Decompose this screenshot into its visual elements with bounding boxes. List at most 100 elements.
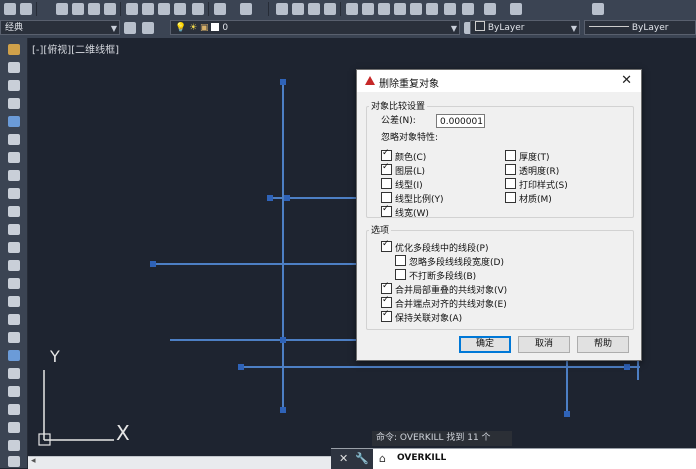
- circle-icon[interactable]: [8, 152, 20, 163]
- zoom-previous-icon[interactable]: [324, 3, 336, 15]
- checkbox-plot-style[interactable]: 打印样式(S): [505, 178, 568, 192]
- checkbox-linetype[interactable]: 线型(I): [381, 178, 423, 192]
- properties-icon[interactable]: [346, 3, 358, 15]
- join-icon[interactable]: [8, 278, 20, 289]
- linetype-dropdown[interactable]: ByLayer: [584, 20, 696, 35]
- region-icon[interactable]: [8, 368, 20, 379]
- checkbox-material[interactable]: 材质(M): [505, 192, 552, 206]
- move-icon[interactable]: [8, 134, 20, 145]
- checkbox-combine-overlapping[interactable]: 合并局部重叠的共线对象(V): [381, 281, 507, 297]
- point-icon[interactable]: [8, 456, 20, 467]
- command-input-text[interactable]: OVERKILL: [397, 453, 446, 463]
- vertical-line[interactable]: [282, 82, 284, 410]
- grip-point[interactable]: [238, 364, 244, 370]
- help-icon[interactable]: [444, 3, 456, 15]
- color-dropdown[interactable]: ByLayer ▼: [470, 20, 580, 35]
- ok-button[interactable]: 确定: [459, 336, 511, 353]
- checkbox-transparency[interactable]: 透明度(R): [505, 164, 559, 178]
- open-file-icon[interactable]: [20, 3, 32, 15]
- zoom-realtime-icon[interactable]: [292, 3, 304, 15]
- table-icon[interactable]: [8, 386, 20, 397]
- checkbox-do-not-break-polylines[interactable]: 不打断多段线(B): [395, 269, 476, 283]
- table-style-icon[interactable]: [592, 3, 604, 15]
- save-icon[interactable]: [56, 3, 68, 15]
- horizontal-line[interactable]: [153, 263, 358, 265]
- grip-point[interactable]: [280, 407, 286, 413]
- explode-icon[interactable]: [8, 332, 20, 343]
- text-style-icon[interactable]: [484, 3, 496, 15]
- checkbox-layer[interactable]: 图层(L): [381, 162, 425, 178]
- insert-block-icon[interactable]: [8, 422, 20, 433]
- wrench-icon[interactable]: 🔧: [355, 452, 369, 465]
- grip-point[interactable]: [564, 411, 570, 417]
- close-icon[interactable]: ✕: [621, 73, 632, 88]
- horizontal-line[interactable]: [240, 366, 640, 368]
- layer-dropdown[interactable]: 💡 ☀ ▣ 0 ▼: [170, 20, 460, 35]
- checkbox-thickness[interactable]: 厚度(T): [505, 150, 550, 164]
- grip-point[interactable]: [280, 79, 286, 85]
- rectangle-icon[interactable]: [8, 116, 20, 127]
- dimension-icon[interactable]: [462, 3, 474, 15]
- linetype-value: ByLayer: [631, 23, 669, 33]
- hatch-icon[interactable]: [8, 350, 20, 361]
- grip-point[interactable]: [624, 364, 630, 370]
- checkbox-combine-end-to-end[interactable]: 合并端点对齐的共线对象(E): [381, 295, 507, 311]
- polygon-icon[interactable]: [8, 98, 20, 109]
- checkbox-lineweight[interactable]: 线宽(W): [381, 204, 429, 220]
- cut-icon[interactable]: [126, 3, 138, 15]
- copy-icon[interactable]: [142, 3, 154, 15]
- layer-states-icon[interactable]: [142, 22, 154, 34]
- design-center-icon[interactable]: [362, 3, 374, 15]
- new-file-icon[interactable]: [4, 3, 16, 15]
- polyline-icon[interactable]: [8, 80, 20, 91]
- dialog-titlebar[interactable]: 删除重复对象 ✕: [357, 70, 641, 92]
- grip-point[interactable]: [284, 195, 290, 201]
- help-button[interactable]: 帮助: [577, 336, 629, 353]
- line-tool-icon[interactable]: [8, 44, 20, 55]
- horizontal-scrollbar[interactable]: ◂: [28, 456, 331, 469]
- viewport-controls-label[interactable]: [-][俯视][二维线框]: [32, 41, 119, 56]
- match-properties-icon[interactable]: [174, 3, 186, 15]
- markup-icon[interactable]: [410, 3, 422, 15]
- grip-point[interactable]: [280, 337, 286, 343]
- multiline-text-icon[interactable]: [8, 404, 20, 415]
- dim-style-icon[interactable]: [510, 3, 522, 15]
- sheet-set-icon[interactable]: [394, 3, 406, 15]
- quickcalc-icon[interactable]: [426, 3, 438, 15]
- redo-icon[interactable]: [240, 3, 252, 15]
- tool-palettes-icon[interactable]: [378, 3, 390, 15]
- spline-icon[interactable]: [8, 188, 20, 199]
- tolerance-input[interactable]: 0.000001: [436, 114, 485, 128]
- grip-point[interactable]: [267, 195, 273, 201]
- break-icon[interactable]: [8, 260, 20, 271]
- print-preview-icon[interactable]: [88, 3, 100, 15]
- block-editor-icon[interactable]: [192, 3, 204, 15]
- vertical-line[interactable]: [566, 358, 568, 414]
- horizontal-line[interactable]: [170, 339, 358, 341]
- fillet-icon[interactable]: [8, 314, 20, 325]
- ellipse-icon[interactable]: [8, 206, 20, 217]
- checkbox-linetype-scale[interactable]: 线型比例(Y): [381, 192, 444, 206]
- construction-line-icon[interactable]: [8, 62, 20, 73]
- paste-icon[interactable]: [158, 3, 170, 15]
- scroll-left-icon[interactable]: ◂: [31, 456, 36, 466]
- checkbox-optimize-polylines[interactable]: 优化多段线中的线段(P): [381, 239, 488, 255]
- grip-point[interactable]: [150, 261, 156, 267]
- make-block-icon[interactable]: [8, 440, 20, 451]
- command-line[interactable]: ✕ 🔧 ⌂ OVERKILL: [331, 448, 696, 469]
- layer-properties-icon[interactable]: [124, 22, 136, 34]
- cancel-button[interactable]: 取消: [518, 336, 570, 353]
- close-icon[interactable]: ✕: [339, 452, 348, 465]
- zoom-window-icon[interactable]: [308, 3, 320, 15]
- chamfer-icon[interactable]: [8, 296, 20, 307]
- checkbox-maintain-associative[interactable]: 保持关联对象(A): [381, 309, 462, 325]
- checkbox-ignore-polyline-width[interactable]: 忽略多段线线段宽度(D): [395, 255, 504, 269]
- undo-icon[interactable]: [214, 3, 226, 15]
- pan-icon[interactable]: [276, 3, 288, 15]
- extend-icon[interactable]: [8, 242, 20, 253]
- print-icon[interactable]: [72, 3, 84, 15]
- publish-icon[interactable]: [104, 3, 116, 15]
- trim-icon[interactable]: [8, 224, 20, 235]
- workspace-dropdown[interactable]: 经典 ▼: [0, 20, 120, 35]
- revision-cloud-icon[interactable]: [8, 170, 20, 181]
